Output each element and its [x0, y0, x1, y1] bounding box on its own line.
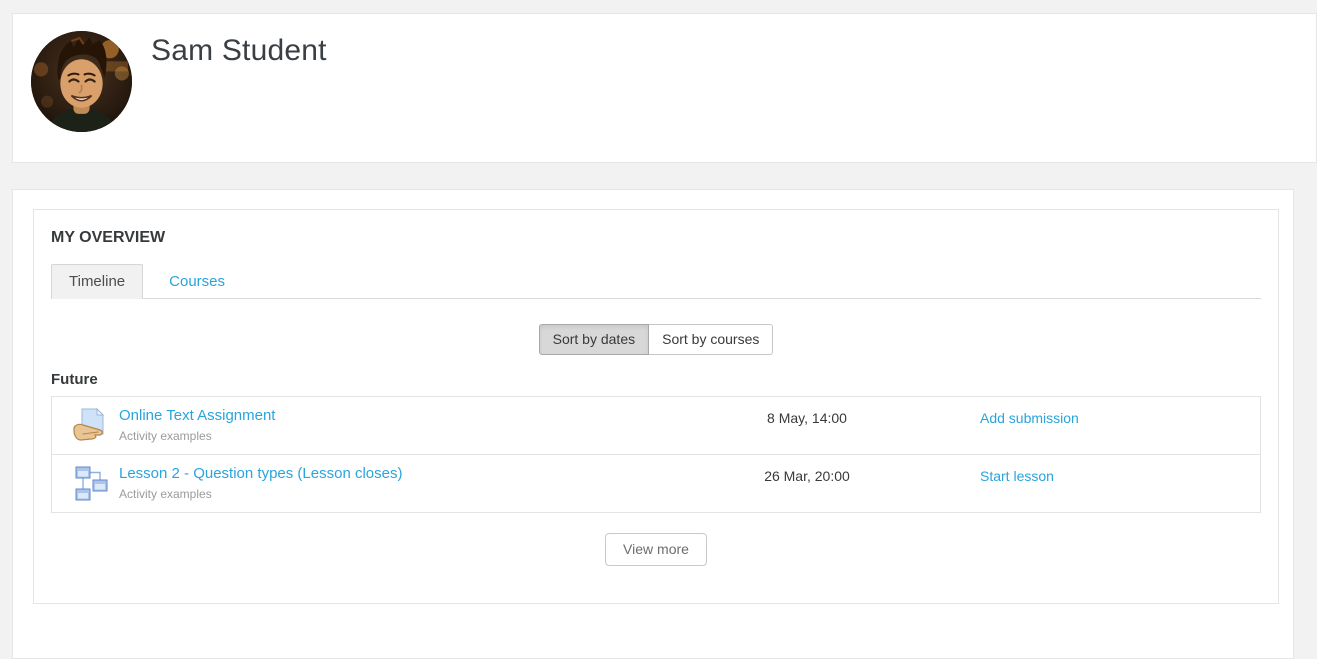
user-avatar: [31, 31, 132, 132]
tab-courses[interactable]: Courses: [152, 265, 242, 298]
event-text-group: Lesson 2 - Question types (Lesson closes…: [119, 465, 402, 501]
page-title-user-name: Sam Student: [151, 34, 327, 68]
timeline-event-row: Online Text Assignment Activity examples…: [52, 397, 1260, 454]
event-text-group: Online Text Assignment Activity examples: [119, 407, 275, 443]
tab-timeline[interactable]: Timeline: [51, 264, 143, 299]
event-due-date: 8 May, 14:00: [656, 407, 958, 426]
event-action-column: Add submission: [958, 407, 1260, 426]
event-action-column: Start lesson: [958, 465, 1260, 484]
event-due-date: 26 Mar, 20:00: [656, 465, 958, 484]
event-main-column: Lesson 2 - Question types (Lesson closes…: [52, 465, 656, 501]
timeline-event-row: Lesson 2 - Question types (Lesson closes…: [52, 454, 1260, 512]
future-section-heading: Future: [51, 371, 1261, 388]
timeline-event-list: Online Text Assignment Activity examples…: [51, 396, 1261, 513]
view-more-button[interactable]: View more: [605, 533, 707, 566]
event-title-link[interactable]: Online Text Assignment: [119, 407, 275, 424]
add-submission-link[interactable]: Add submission: [980, 410, 1079, 426]
event-course-name: Activity examples: [119, 487, 402, 501]
profile-header-card: Sam Student: [12, 13, 1317, 163]
assignment-icon: [72, 407, 108, 443]
sort-button-group: Sort by dates Sort by courses: [51, 324, 1261, 355]
view-more-container: View more: [51, 533, 1261, 566]
dashboard-content-card: MY OVERVIEW Timeline Courses Sort by dat…: [12, 189, 1294, 659]
sort-by-courses-button[interactable]: Sort by courses: [648, 324, 773, 355]
block-title: MY OVERVIEW: [51, 229, 1261, 247]
my-overview-block: MY OVERVIEW Timeline Courses Sort by dat…: [33, 209, 1279, 604]
start-lesson-link[interactable]: Start lesson: [980, 468, 1054, 484]
event-title-link[interactable]: Lesson 2 - Question types (Lesson closes…: [119, 465, 402, 482]
avatar-photo-illustration: [31, 31, 132, 132]
event-course-name: Activity examples: [119, 429, 275, 443]
sort-by-dates-button[interactable]: Sort by dates: [539, 324, 650, 355]
event-main-column: Online Text Assignment Activity examples: [52, 407, 656, 443]
lesson-icon: [72, 465, 108, 501]
overview-tabs: Timeline Courses: [51, 264, 1261, 299]
